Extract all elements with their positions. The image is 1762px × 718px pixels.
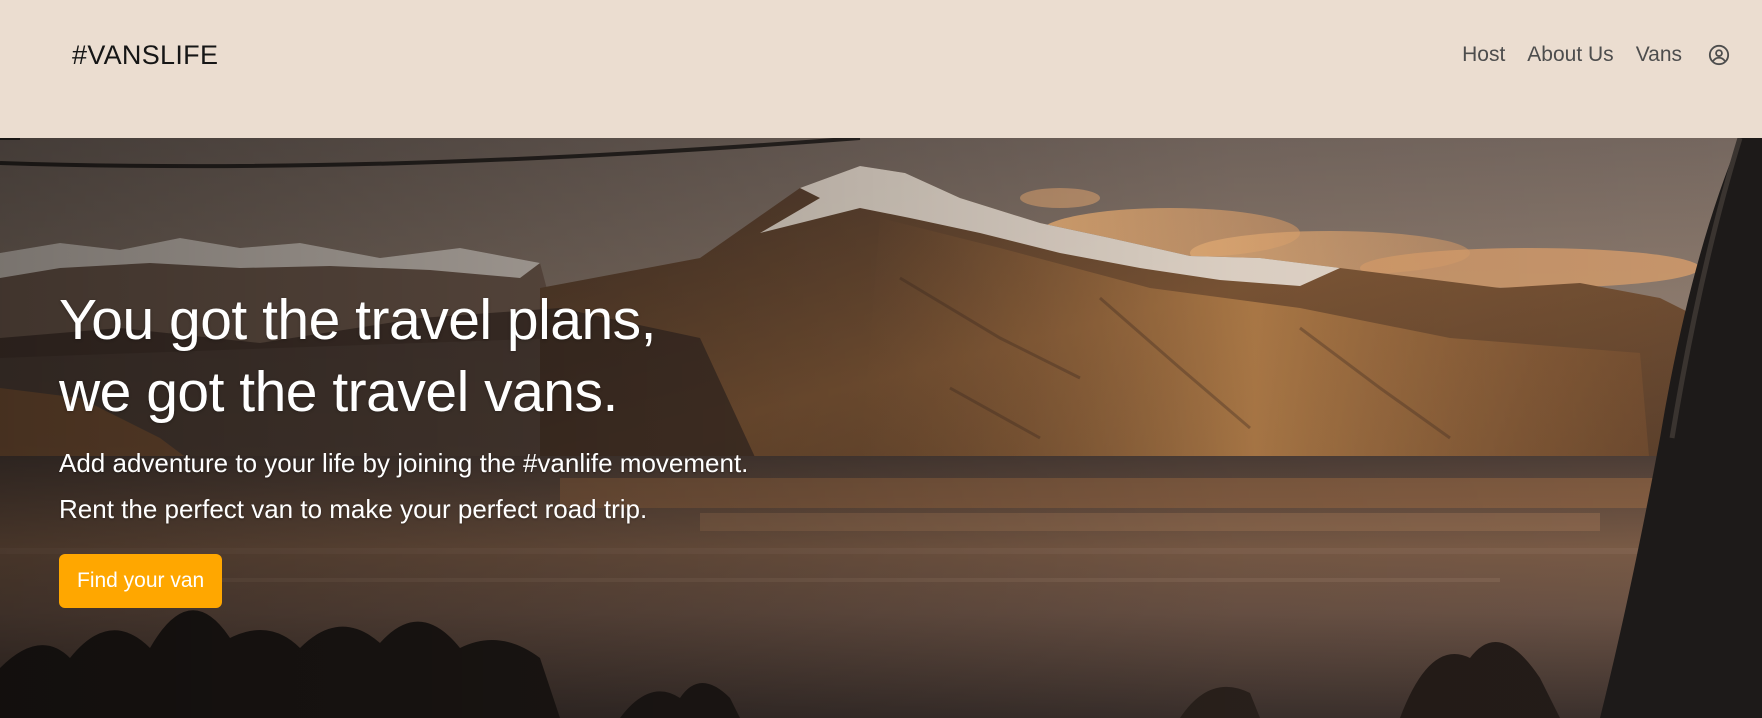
hero-title-line: You got the travel plans, xyxy=(59,288,657,352)
vanlife-home-page: #VANSLIFE Host About Us Vans You got the… xyxy=(0,0,1762,718)
find-your-van-button[interactable]: Find your van xyxy=(59,554,223,608)
nav-link-host[interactable]: Host xyxy=(1462,40,1505,70)
hero-subtitle: Add adventure to your life by joining th… xyxy=(59,440,959,532)
nav-link-about-us[interactable]: About Us xyxy=(1527,40,1613,70)
hero-title-line: we got the travel vans. xyxy=(59,360,618,424)
hero-content: You got the travel plans, we got the tra… xyxy=(59,284,959,608)
nav-link-vans[interactable]: Vans xyxy=(1636,40,1682,70)
logo-link[interactable]: #VANSLIFE xyxy=(72,38,218,72)
hero-title: You got the travel plans, we got the tra… xyxy=(59,284,959,428)
hero-subtitle-line: Rent the perfect van to make your perfec… xyxy=(59,494,648,524)
hero-subtitle-line: Add adventure to your life by joining th… xyxy=(59,448,749,478)
main-nav: Host About Us Vans xyxy=(1462,40,1732,70)
site-header: #VANSLIFE Host About Us Vans xyxy=(0,0,1762,138)
user-circle-icon[interactable] xyxy=(1706,42,1732,68)
hero-section: You got the travel plans, we got the tra… xyxy=(0,138,1762,718)
